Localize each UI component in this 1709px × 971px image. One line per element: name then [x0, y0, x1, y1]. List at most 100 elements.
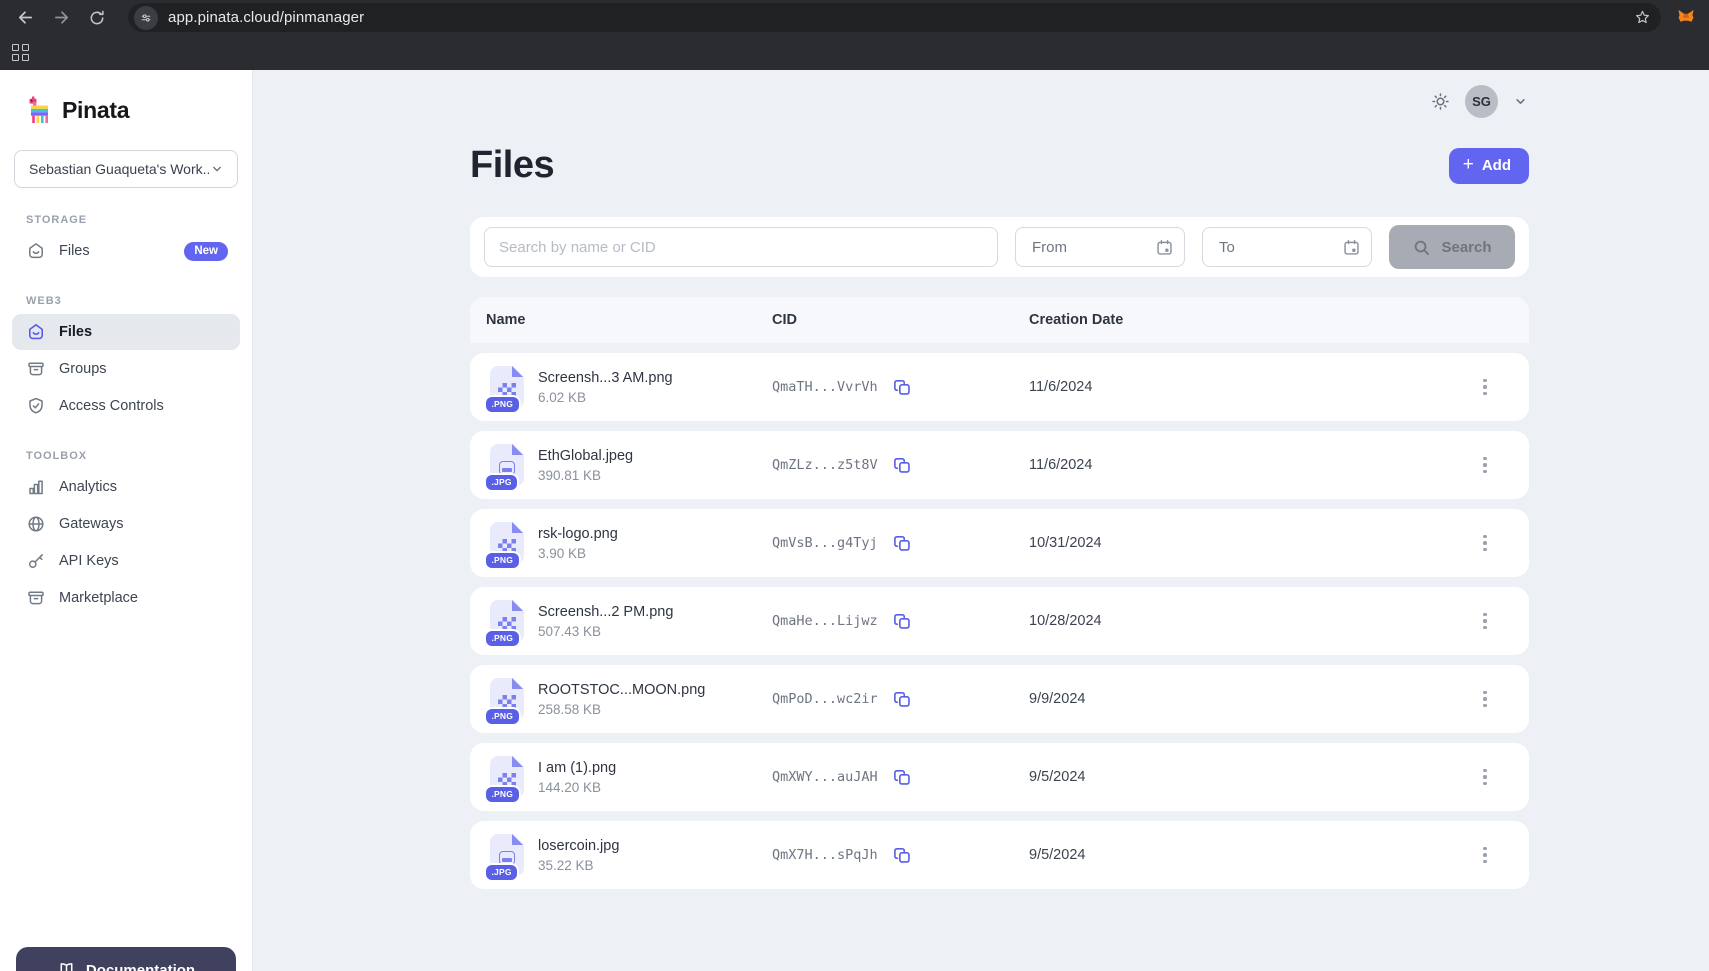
copy-icon: [893, 534, 912, 553]
page-title: Files: [470, 144, 554, 187]
calendar-icon[interactable]: [1155, 238, 1174, 257]
apps-grid-icon[interactable]: [8, 40, 33, 65]
creation-date: 9/5/2024: [1029, 847, 1473, 863]
account-bar: SG: [470, 70, 1529, 118]
file-type-icon: .JPG: [490, 834, 524, 876]
sidebar-item-api-keys[interactable]: API Keys: [12, 543, 240, 579]
creation-date: 9/5/2024: [1029, 769, 1473, 785]
date-to-input[interactable]: [1217, 238, 1334, 257]
file-type-badge: .PNG: [484, 785, 521, 805]
metamask-extension-icon[interactable]: [1675, 7, 1697, 29]
brand-name: Pinata: [62, 97, 129, 124]
creation-date: 10/28/2024: [1029, 613, 1473, 629]
file-size: 390.81 KB: [538, 468, 633, 483]
sidebar-item-gateways[interactable]: Gateways: [12, 506, 240, 542]
url-text[interactable]: app.pinata.cloud/pinmanager: [168, 9, 1624, 26]
bar-chart-icon: [26, 477, 46, 497]
table-row[interactable]: .PNG ROOTSTOC...MOON.png 258.58 KB QmPoD…: [470, 665, 1529, 733]
search-input[interactable]: [484, 227, 998, 267]
creation-date: 11/6/2024: [1029, 457, 1473, 473]
copy-icon: [893, 846, 912, 865]
file-type-icon: .PNG: [490, 522, 524, 564]
pinata-logo[interactable]: Pinata: [12, 96, 240, 124]
file-cid: QmVsB...g4Tyj: [772, 535, 878, 551]
row-menu-button[interactable]: [1473, 453, 1497, 478]
avatar[interactable]: SG: [1465, 85, 1498, 118]
copy-icon: [893, 456, 912, 475]
file-name: I am (1).png: [538, 760, 616, 776]
calendar-icon[interactable]: [1342, 238, 1361, 257]
chevron-down-icon: [209, 161, 225, 177]
table-row[interactable]: .JPG losercoin.jpg 35.22 KB QmX7H...sPqJ…: [470, 821, 1529, 889]
book-icon: [57, 961, 76, 971]
add-button-label: Add: [1482, 157, 1511, 174]
copy-cid-button[interactable]: [893, 846, 912, 865]
file-type-icon: .PNG: [490, 600, 524, 642]
file-type-icon: .PNG: [490, 756, 524, 798]
account-chevron-down-icon[interactable]: [1512, 93, 1529, 110]
documentation-button[interactable]: Documentation: [16, 947, 236, 971]
section-web3: WEB3: [26, 295, 240, 307]
browser-url-bar[interactable]: app.pinata.cloud/pinmanager: [128, 3, 1661, 32]
section-storage: STORAGE: [26, 214, 240, 226]
sidebar-item-analytics[interactable]: Analytics: [12, 469, 240, 505]
copy-cid-button[interactable]: [893, 768, 912, 787]
sidebar-item-groups[interactable]: Groups: [12, 351, 240, 387]
browser-forward-button[interactable]: [48, 5, 74, 31]
copy-cid-button[interactable]: [893, 612, 912, 631]
box-icon: [26, 588, 46, 608]
site-settings-icon[interactable]: [134, 6, 158, 30]
file-type-badge: .PNG: [484, 707, 521, 727]
file-cid: QmPoD...wc2ir: [772, 691, 878, 707]
sidebar-item-access-controls[interactable]: Access Controls: [12, 388, 240, 424]
documentation-label: Documentation: [86, 962, 195, 971]
row-menu-button[interactable]: [1473, 531, 1497, 556]
date-from-field[interactable]: [1015, 227, 1185, 267]
add-button[interactable]: + Add: [1449, 148, 1529, 184]
creation-date: 9/9/2024: [1029, 691, 1473, 707]
sidebar-item-web3-files[interactable]: Files: [12, 314, 240, 350]
plus-icon: +: [1463, 155, 1474, 174]
file-type-icon: .PNG: [490, 366, 524, 408]
date-from-input[interactable]: [1030, 238, 1147, 257]
bookmark-star-icon[interactable]: [1634, 9, 1651, 26]
table-row[interactable]: .PNG Screensh...2 PM.png 507.43 KB QmaHe…: [470, 587, 1529, 655]
copy-icon: [893, 378, 912, 397]
copy-cid-button[interactable]: [893, 378, 912, 397]
table-row[interactable]: .PNG Screensh...3 AM.png 6.02 KB QmaTH..…: [470, 353, 1529, 421]
table-row[interactable]: .PNG rsk-logo.png 3.90 KB QmVsB...g4Tyj …: [470, 509, 1529, 577]
search-panel: Search: [470, 217, 1529, 277]
file-cid: QmaTH...VvrVh: [772, 379, 878, 395]
table-row[interactable]: .PNG I am (1).png 144.20 KB QmXWY...auJA…: [470, 743, 1529, 811]
file-cid: QmX7H...sPqJh: [772, 847, 878, 863]
file-cid: QmaHe...Lijwz: [772, 613, 878, 629]
column-creation-date: Creation Date: [1029, 312, 1473, 328]
table-row[interactable]: .JPG EthGlobal.jpeg 390.81 KB QmZLz...z5…: [470, 431, 1529, 499]
copy-cid-button[interactable]: [893, 690, 912, 709]
file-type-badge: .PNG: [484, 629, 521, 649]
workspace-selector[interactable]: Sebastian Guaqueta's Work...: [14, 150, 238, 188]
file-name: rsk-logo.png: [538, 526, 618, 542]
row-menu-button[interactable]: [1473, 765, 1497, 790]
file-type-badge: .PNG: [484, 551, 521, 571]
browser-reload-button[interactable]: [84, 5, 110, 31]
row-menu-button[interactable]: [1473, 609, 1497, 634]
date-to-field[interactable]: [1202, 227, 1372, 267]
table-header: Name CID Creation Date: [470, 297, 1529, 343]
sidebar-item-marketplace[interactable]: Marketplace: [12, 580, 240, 616]
file-type-icon: .PNG: [490, 678, 524, 720]
copy-cid-button[interactable]: [893, 456, 912, 475]
theme-toggle-sun-icon[interactable]: [1430, 91, 1451, 112]
globe-icon: [26, 514, 46, 534]
file-size: 144.20 KB: [538, 780, 616, 795]
file-name: EthGlobal.jpeg: [538, 448, 633, 464]
row-menu-button[interactable]: [1473, 687, 1497, 712]
search-button[interactable]: Search: [1389, 225, 1515, 269]
sidebar-item-label: Analytics: [59, 479, 117, 495]
browser-toolbar: app.pinata.cloud/pinmanager: [0, 0, 1709, 35]
row-menu-button[interactable]: [1473, 375, 1497, 400]
browser-back-button[interactable]: [12, 5, 38, 31]
row-menu-button[interactable]: [1473, 843, 1497, 868]
copy-cid-button[interactable]: [893, 534, 912, 553]
sidebar-item-storage-files[interactable]: Files New: [12, 233, 240, 269]
